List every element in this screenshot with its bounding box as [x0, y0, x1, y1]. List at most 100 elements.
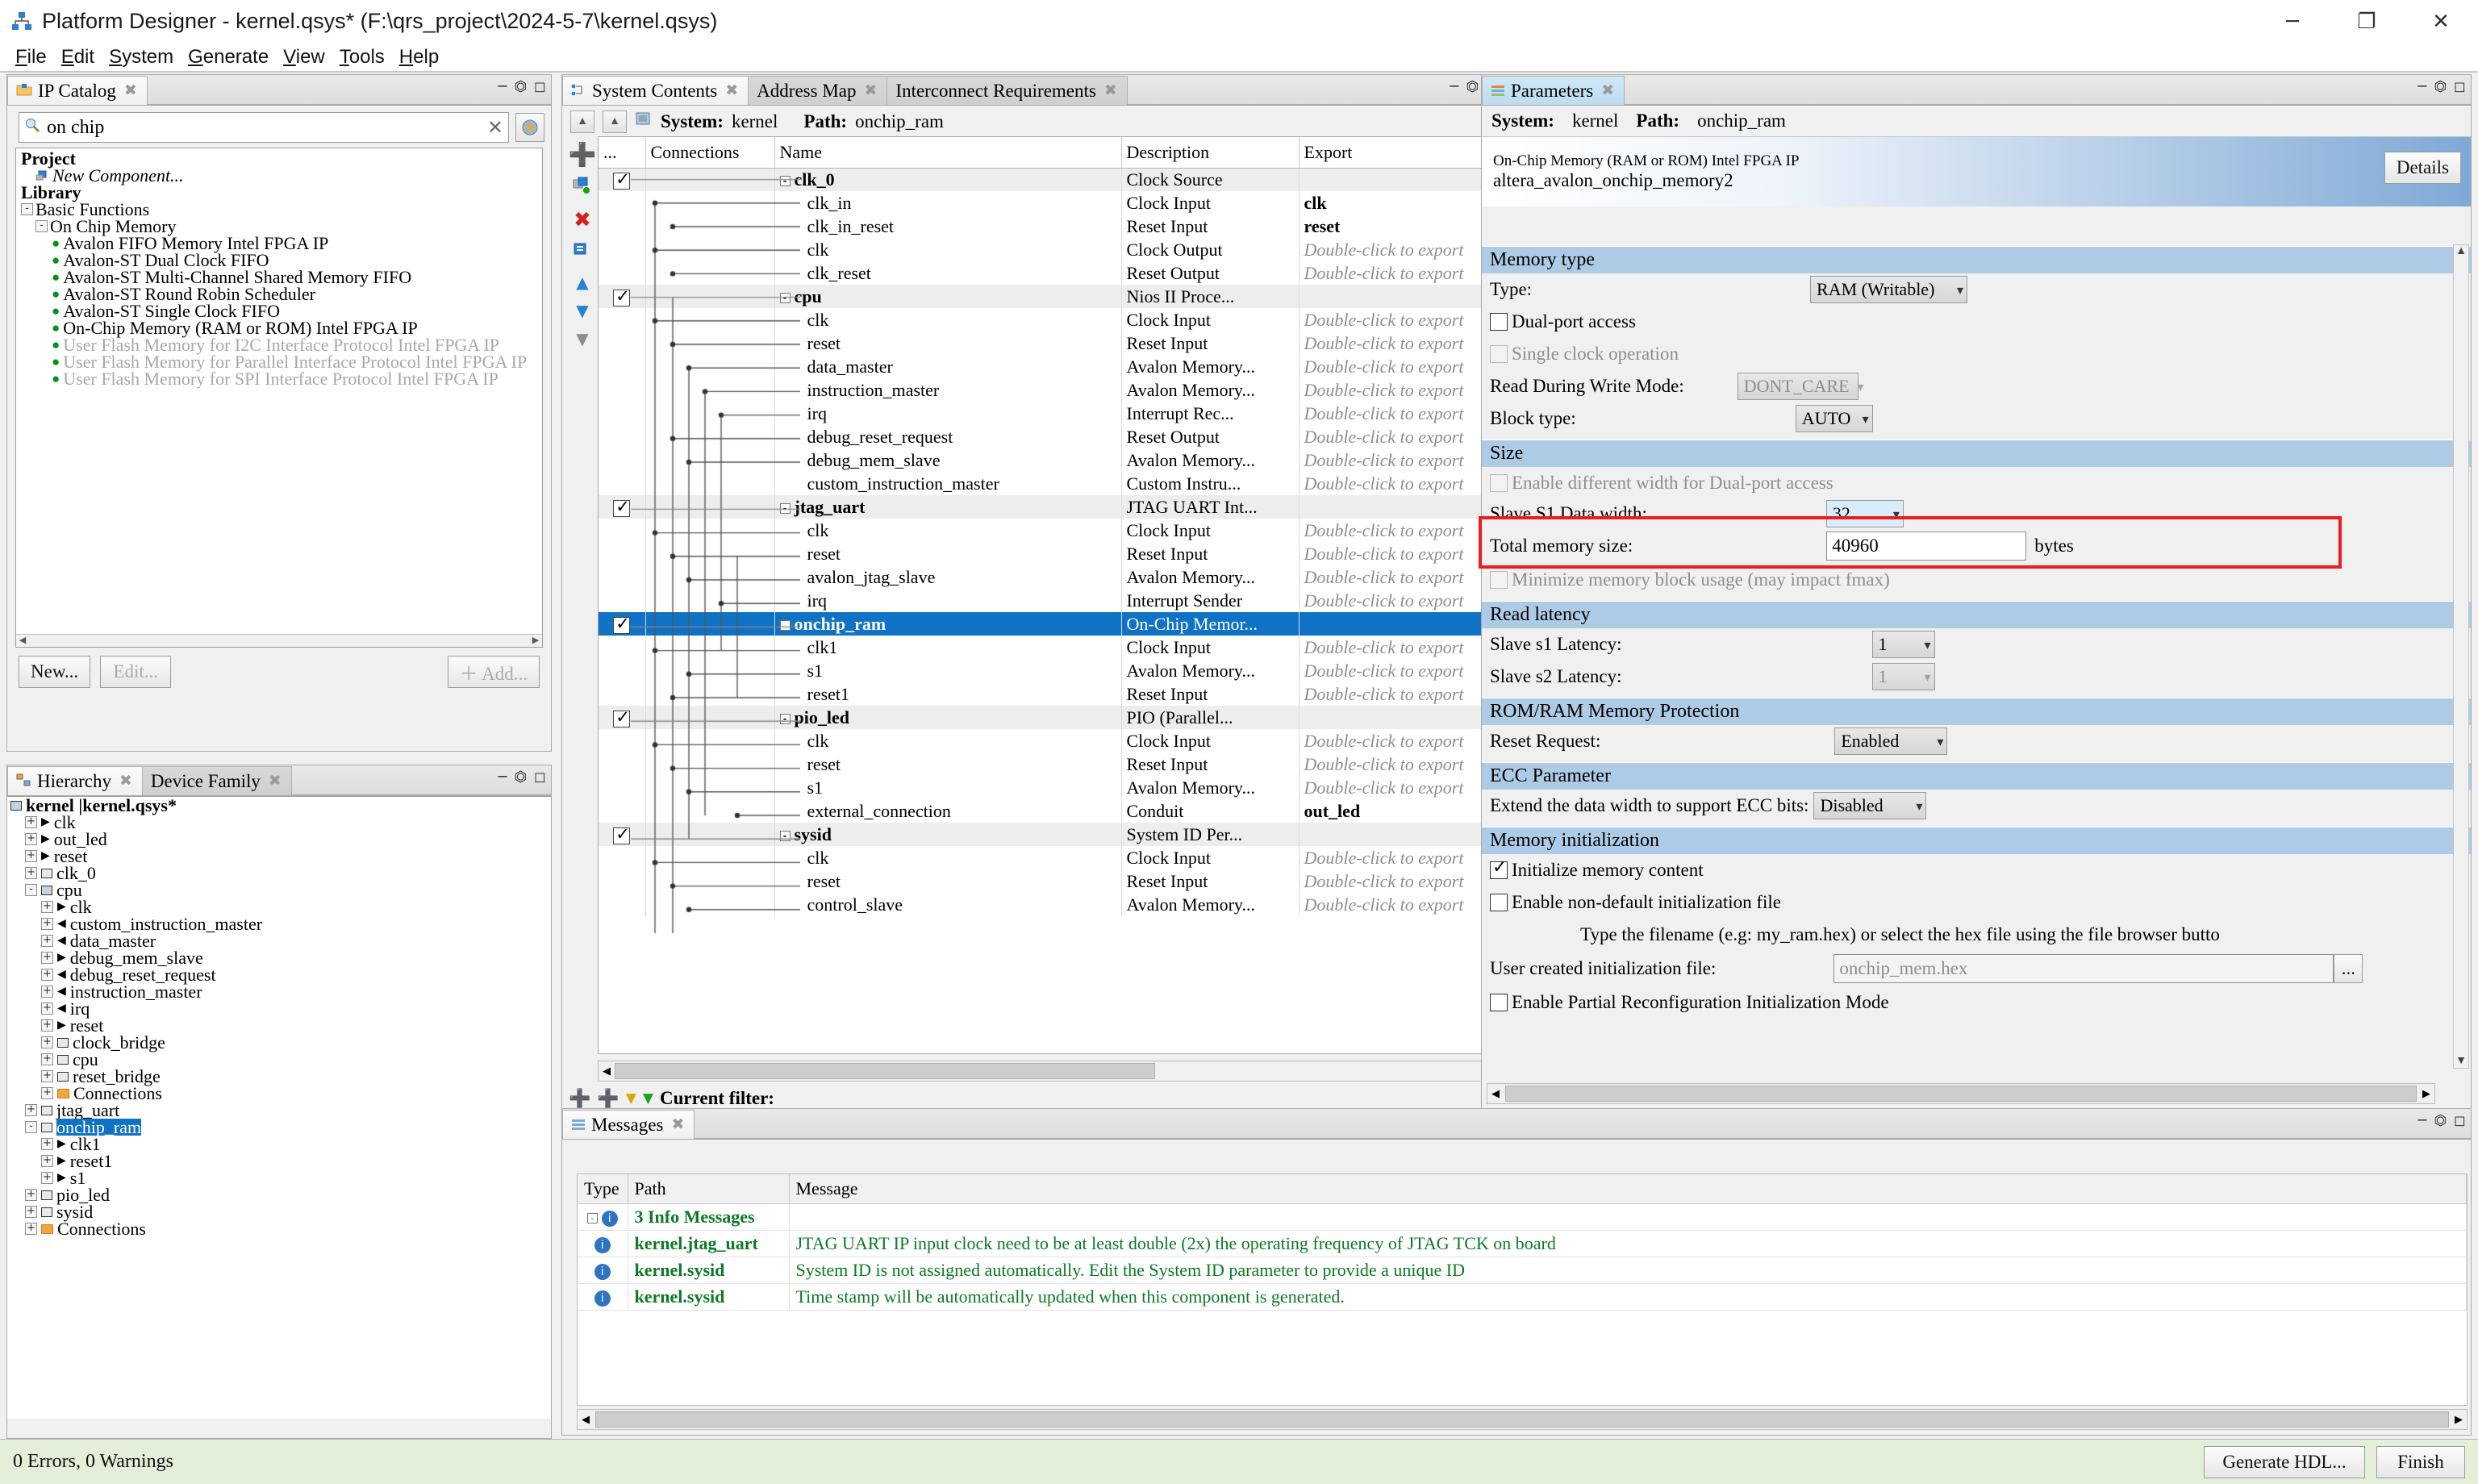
hierarchy-tree-item[interactable]: +Connections [7, 1220, 551, 1237]
export-cell[interactable] [1299, 612, 1499, 636]
reset-request-select[interactable]: Enabled ▾ [1834, 727, 1947, 755]
move-up-button[interactable]: ▲ [603, 110, 627, 133]
hierarchy-tree-item[interactable]: +cpu [7, 1051, 551, 1068]
add-component-button[interactable]: ＋ Add... [448, 656, 540, 688]
hierarchy-tree-item[interactable]: kernel |kernel.qsys* [7, 797, 551, 814]
export-cell[interactable]: Double-click to export [1299, 519, 1499, 542]
group-toggle-icon[interactable]: - [587, 1213, 598, 1223]
export-cell[interactable] [1299, 168, 1499, 191]
tree-toggle-icon[interactable]: + [41, 1053, 53, 1065]
messages-table-wrap[interactable]: TypePathMessage -i3 Info Messagesikernel… [577, 1173, 2468, 1406]
minimize-button[interactable]: ─ [2255, 0, 2330, 44]
restore-icon[interactable]: ⏣ [2434, 1114, 2447, 1128]
message-row[interactable]: ikernel.sysidTime stamp will be automati… [578, 1284, 2467, 1311]
clear-search-icon[interactable]: ✕ [487, 116, 503, 139]
hierarchy-tree-item[interactable]: +▶s1 [7, 1169, 551, 1186]
tree-toggle-icon[interactable]: + [41, 1138, 53, 1150]
export-cell[interactable]: Double-click to export [1299, 752, 1499, 776]
close-icon[interactable]: ✖ [269, 772, 282, 790]
tree-toggle-icon[interactable]: + [41, 918, 53, 930]
scroll-up-icon[interactable]: ▲ [2455, 245, 2467, 258]
dual-port-checkbox[interactable] [1490, 313, 1508, 331]
parameters-hscrollbar[interactable]: ◀ ▶ [1487, 1083, 2435, 1104]
tab-interconnect-requirements[interactable]: Interconnect Requirements ✖ [886, 76, 1127, 105]
hierarchy-tree-item[interactable]: -onchip_ram [7, 1119, 551, 1136]
close-icon[interactable]: ✖ [725, 81, 738, 100]
memory-type-select[interactable]: RAM (Writable) ▾ [1810, 276, 1967, 303]
menu-generate[interactable]: Generate [181, 44, 276, 70]
close-icon[interactable]: ✖ [124, 81, 137, 100]
tree-toggle-icon[interactable]: + [41, 901, 53, 913]
finish-button[interactable]: Finish [2376, 1446, 2465, 1478]
export-cell[interactable]: reset [1299, 215, 1499, 238]
maximize-icon[interactable]: ◻ [2454, 80, 2466, 94]
hierarchy-tree-item[interactable]: +▶clk [7, 814, 551, 831]
ip-tree-item[interactable]: ●Avalon FIFO Memory Intel FPGA IP [16, 235, 542, 252]
menu-view[interactable]: View [276, 44, 332, 70]
export-cell[interactable] [1299, 823, 1499, 846]
tab-address-map[interactable]: Address Map ✖ [748, 76, 887, 105]
hierarchy-tree-item[interactable]: +▶reset [7, 848, 551, 865]
export-cell[interactable]: Double-click to export [1299, 402, 1499, 425]
hierarchy-tree-item[interactable]: +▶clk1 [7, 1136, 551, 1153]
export-cell[interactable]: out_led [1299, 799, 1499, 823]
scroll-right-icon[interactable]: ▶ [529, 632, 542, 648]
tree-toggle-icon[interactable]: + [41, 1070, 53, 1082]
rdw-select[interactable]: DONT_CARE ▾ [1738, 373, 1858, 400]
hierarchy-tree-item[interactable]: +◀custom_instruction_master [7, 915, 551, 932]
hierarchy-tree-item[interactable]: +clock_bridge [7, 1034, 551, 1051]
tree-toggle-icon[interactable]: - [21, 203, 33, 215]
use-checkbox[interactable] [613, 711, 630, 727]
scroll-left-icon[interactable]: ◀ [599, 1065, 615, 1078]
system-contents-table-wrap[interactable]: ...ConnectionsNameDescriptionExport -clk… [598, 136, 1500, 1054]
message-row[interactable]: -i3 Info Messages [578, 1204, 2467, 1231]
ip-search-input[interactable]: on chip ✕ [19, 112, 509, 143]
s1-latency-select[interactable]: 1 ▾ [1872, 631, 1935, 658]
tree-toggle-icon[interactable]: + [25, 1104, 37, 1116]
ip-tree-item[interactable]: ●User Flash Memory for Parallel Interfac… [16, 353, 542, 370]
system-contents-hscrollbar[interactable]: ◀ ▶ [598, 1059, 1500, 1083]
tree-toggle-icon[interactable]: + [41, 1172, 53, 1184]
scroll-thumb[interactable] [595, 1411, 2449, 1428]
messages-hscrollbar[interactable]: ◀ ▶ [577, 1409, 2468, 1430]
filter-add-icon[interactable]: ➕ [569, 1089, 590, 1109]
scroll-left-icon[interactable]: ◀ [16, 632, 29, 648]
add-icon[interactable]: ➕ [569, 141, 597, 168]
hierarchy-tree-item[interactable]: +◀data_master [7, 932, 551, 949]
tree-toggle-icon[interactable]: - [35, 220, 48, 232]
scroll-right-icon[interactable]: ▶ [2418, 1087, 2434, 1100]
hierarchy-tree-item[interactable]: +clk_0 [7, 865, 551, 882]
ip-tree-item[interactable]: Library [16, 184, 542, 201]
hierarchy-tree-item[interactable]: +▶reset1 [7, 1153, 551, 1169]
export-cell[interactable] [1299, 495, 1499, 519]
tree-toggle-icon[interactable]: + [25, 1223, 37, 1235]
tree-toggle-icon[interactable]: + [25, 1206, 37, 1218]
scroll-thumb[interactable] [1505, 1086, 2417, 1102]
tree-toggle-icon[interactable]: + [41, 969, 53, 981]
duplicate-icon[interactable] [573, 177, 592, 199]
close-icon[interactable]: ✖ [1601, 81, 1614, 100]
hierarchy-tree-item[interactable]: +▶debug_mem_slave [7, 949, 551, 966]
menu-file[interactable]: File [8, 44, 54, 70]
s2-latency-select[interactable]: 1 ▾ [1872, 663, 1935, 690]
menu-tools[interactable]: Tools [332, 44, 392, 70]
hierarchy-tree-item[interactable]: +reset_bridge [7, 1068, 551, 1085]
ip-tree-item[interactable]: ●User Flash Memory for SPI Interface Pro… [16, 370, 542, 387]
data-width-select[interactable]: 32 ▾ [1826, 500, 1904, 527]
restore-icon[interactable]: ⏣ [2434, 80, 2447, 94]
scroll-thumb[interactable] [615, 1063, 1155, 1079]
export-cell[interactable]: Double-click to export [1299, 542, 1499, 565]
restore-icon[interactable]: ⏣ [1466, 80, 1479, 94]
initialize-memory-checkbox[interactable] [1490, 861, 1508, 879]
ip-tree-item[interactable]: -On Chip Memory [16, 218, 542, 235]
edit-component-button[interactable]: Edit... [100, 656, 171, 688]
partial-reconfig-checkbox[interactable] [1490, 994, 1508, 1011]
tab-device-family[interactable]: Device Family ✖ [142, 766, 292, 795]
export-cell[interactable]: Double-click to export [1299, 331, 1499, 355]
tree-toggle-icon[interactable]: + [41, 1036, 53, 1048]
ip-tree-item[interactable]: ●Avalon-ST Multi-Channel Shared Memory F… [16, 269, 542, 286]
ip-tree-hscrollbar[interactable]: ◀▶ [16, 634, 542, 647]
details-button[interactable]: Details [2384, 152, 2461, 184]
tree-toggle-icon[interactable]: + [41, 1087, 53, 1099]
maximize-icon[interactable]: ◻ [534, 80, 546, 94]
